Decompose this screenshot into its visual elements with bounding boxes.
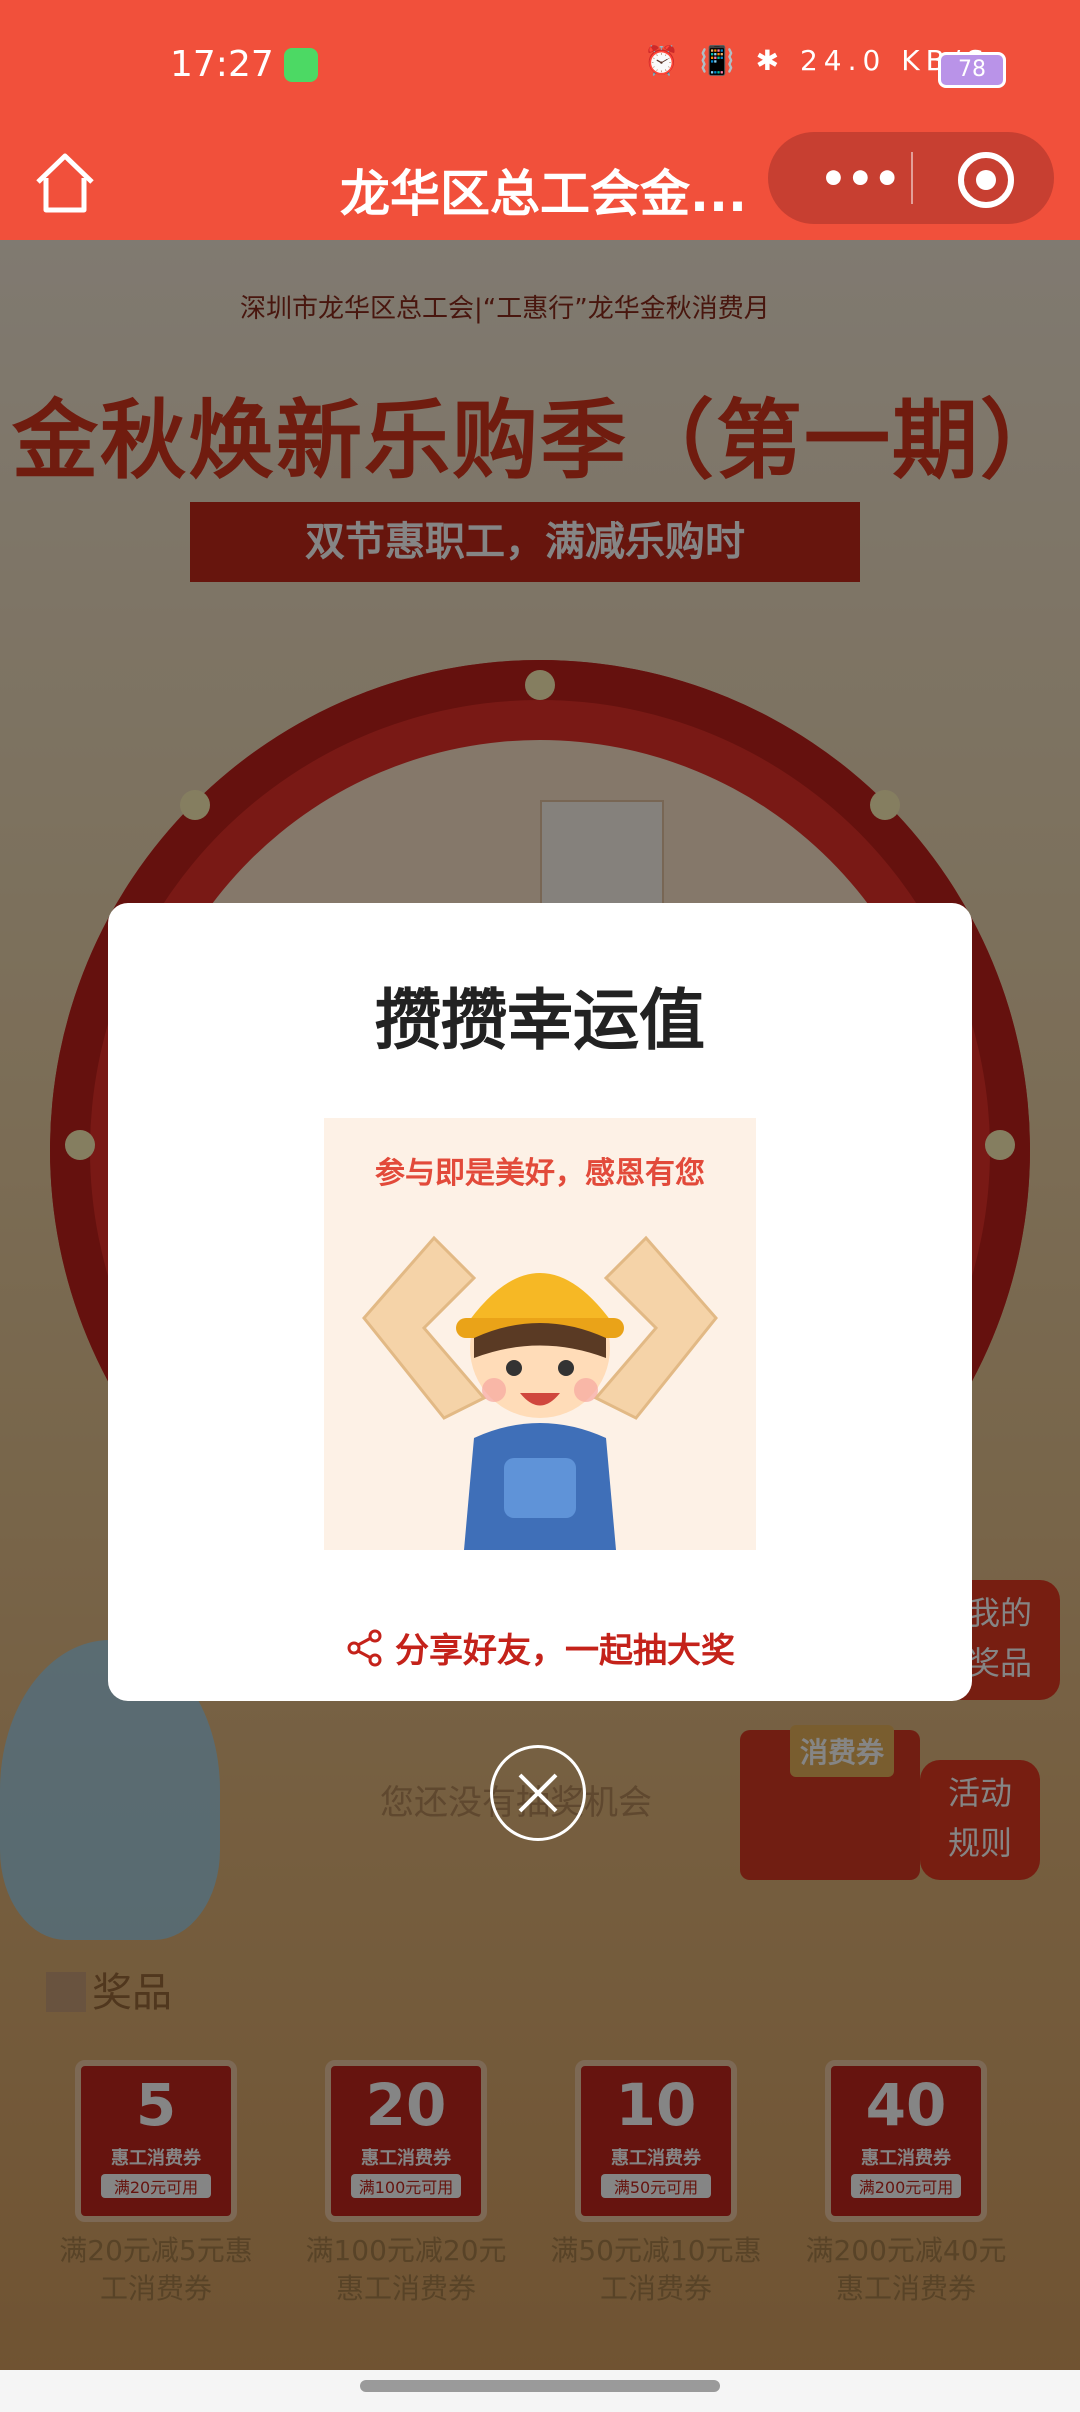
home-indicator[interactable] [360,2380,720,2392]
close-dialog-button[interactable] [490,1745,586,1841]
status-time: 17:27 [170,44,274,85]
wechat-notification-icon [284,48,318,82]
worker-illustration: 参与即是美好，感恩有您 [324,1118,756,1550]
more-icon[interactable]: ••• [820,154,901,203]
share-icon [347,1629,382,1667]
dialog-title: 攒攒幸运值 [375,982,705,1059]
status-bar: 17:27 ⏰ 📳 ✱ 24.0 KB/S 78 [0,0,1080,130]
system-navigation-bar [0,2370,1080,2412]
capsule-menu: ••• [768,132,1054,224]
mini-program-title-bar: 龙华区总工会金... ••• [0,130,1080,240]
home-icon[interactable] [30,148,100,218]
lucky-value-dialog: 攒攒幸运值 参与即是美好，感恩有您 分享好友，一起抽大奖 [108,903,972,1701]
worker-figure [362,1235,718,1550]
page-title: 龙华区总工会金... [340,165,747,223]
close-mini-program-icon[interactable] [958,152,1014,208]
share-friends-button[interactable]: 分享好友，一起抽大奖 [108,1623,972,1672]
capsule-divider [911,152,913,204]
battery-indicator: 78 [938,52,1006,88]
close-icon [518,1773,558,1813]
share-label: 分享好友，一起抽大奖 [395,1631,735,1671]
